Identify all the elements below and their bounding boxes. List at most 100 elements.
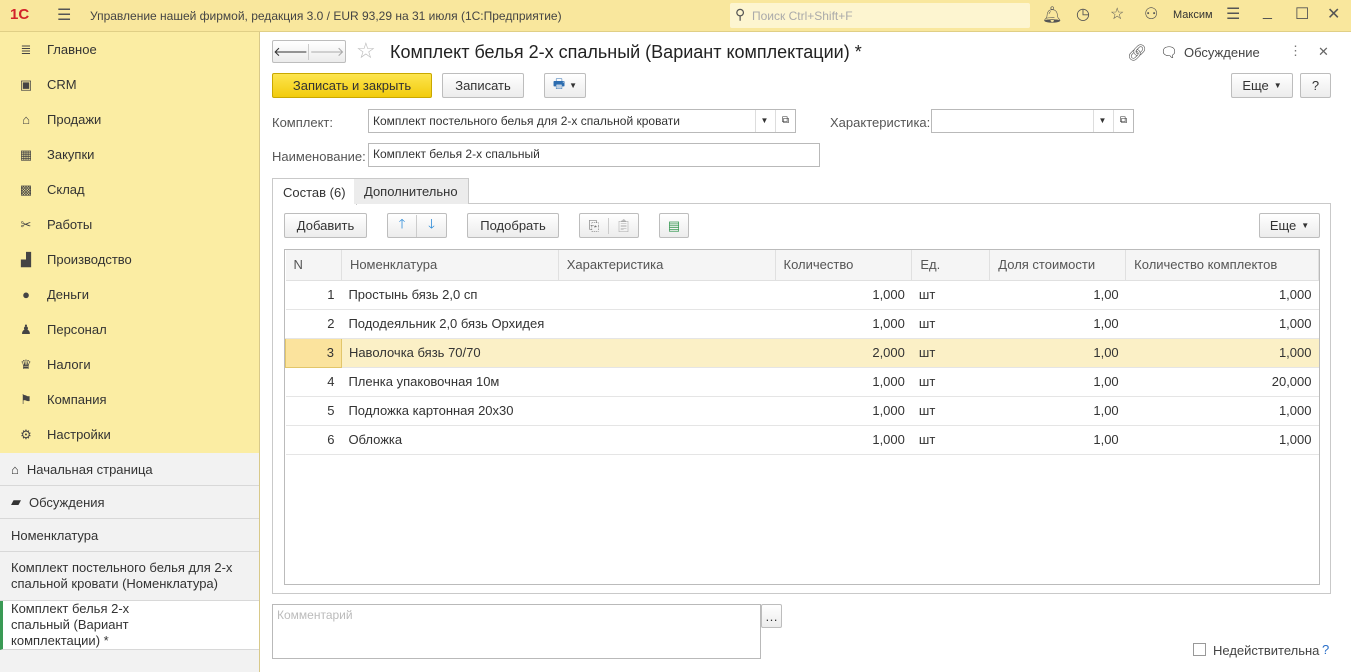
forward-arrow-icon[interactable]: 🡒 — [309, 44, 345, 60]
move-up-icon[interactable]: 🡑 — [388, 214, 418, 237]
search-input[interactable]: ⚲ Поиск Ctrl+Shift+F — [730, 3, 1030, 28]
open-item-home[interactable]: ⌂ Начальная страница — [0, 453, 259, 486]
save-and-close-button[interactable]: Записать и закрыть — [272, 73, 432, 98]
table-cell[interactable]: Обложка — [341, 425, 559, 455]
table-cell[interactable]: 2 — [285, 309, 342, 339]
sidebar-item-7[interactable]: ● Деньги — [0, 277, 259, 312]
users-icon[interactable]: ⚇ — [1144, 4, 1158, 24]
tab-composition[interactable]: Состав (6) — [272, 178, 357, 205]
help-icon[interactable]: ? — [1322, 642, 1329, 657]
maximize-icon[interactable]: ☐ — [1295, 4, 1309, 24]
table-cell[interactable]: шт — [911, 367, 990, 397]
main-menu-icon[interactable]: ☰ — [57, 5, 71, 25]
comment-expand-button[interactable]: … — [761, 604, 782, 628]
close-form-icon[interactable]: ✕ — [1318, 44, 1329, 60]
sidebar-item-8[interactable]: ♟ Персонал — [0, 312, 259, 347]
table-cell[interactable]: 1,00 — [989, 367, 1126, 397]
table-cell[interactable]: 1,00 — [989, 338, 1126, 368]
komplekt-field[interactable]: Комплект постельного белья для 2-х спаль… — [368, 109, 796, 133]
table-cell[interactable]: 1,000 — [1125, 425, 1319, 455]
back-arrow-icon[interactable]: 🡐 — [273, 43, 310, 60]
paste-icon[interactable]: 📋︎ — [609, 218, 638, 234]
table-cell[interactable]: 3 — [285, 337, 342, 368]
fill-icon[interactable]: ▤ — [659, 213, 689, 238]
print-button[interactable]: 🖶 ▼ — [544, 73, 586, 98]
open-icon[interactable]: ⧉ — [1113, 110, 1133, 132]
table-cell[interactable]: шт — [911, 425, 990, 455]
column-header[interactable]: Количество — [775, 250, 913, 281]
discussion-link[interactable]: Обсуждение — [1184, 45, 1260, 60]
more-button[interactable]: Еще ▼ — [1231, 73, 1293, 98]
pick-button[interactable]: Подобрать — [467, 213, 559, 238]
table-cell[interactable] — [558, 280, 775, 310]
favorite-star-icon[interactable]: ☆ — [356, 38, 376, 64]
table-cell[interactable] — [558, 425, 775, 455]
table-cell[interactable]: 1,000 — [775, 425, 912, 455]
table-cell[interactable]: 6 — [285, 425, 342, 455]
table-cell[interactable]: Подложка картонная 20х30 — [341, 396, 559, 426]
table-cell[interactable]: 1,000 — [775, 367, 912, 397]
column-header[interactable]: N — [285, 250, 342, 281]
sidebar-item-4[interactable]: ▩ Склад — [0, 172, 259, 207]
table-cell[interactable]: 1,00 — [989, 280, 1126, 310]
table-cell[interactable]: 4 — [285, 367, 342, 397]
table-cell[interactable]: 20,000 — [1125, 367, 1319, 397]
table-cell[interactable]: 1,000 — [1125, 338, 1319, 368]
sidebar-item-0[interactable]: ≣ Главное — [0, 32, 259, 67]
sidebar-item-9[interactable]: ♛ Налоги — [0, 347, 259, 382]
table-cell[interactable]: Пленка упаковочная 10м — [341, 367, 559, 397]
discussion-icon[interactable]: 🗨︎ — [1160, 44, 1178, 61]
table-cell[interactable]: шт — [911, 309, 990, 339]
open-item-current[interactable]: Комплект белья 2-х спальный (Вариант ком… — [0, 601, 259, 650]
name-field[interactable]: Комплект белья 2-х спальный — [368, 143, 820, 167]
comment-field[interactable]: Комментарий — [272, 604, 761, 659]
close-window-icon[interactable]: ✕ — [1327, 4, 1340, 24]
table-cell[interactable]: 1,000 — [775, 280, 912, 310]
dropdown-icon[interactable]: ▼ — [1093, 110, 1111, 132]
table-row[interactable]: 6 Обложка 1,000 шт 1,00 1,000 — [285, 425, 1319, 455]
table-cell[interactable]: 1,00 — [989, 396, 1126, 426]
open-item-discussions[interactable]: ▰ Обсуждения — [0, 486, 259, 519]
sidebar-item-1[interactable]: ▣ CRM — [0, 67, 259, 102]
copy-icon[interactable]: ⎘ — [580, 217, 610, 234]
column-header[interactable]: Номенклатура — [341, 250, 559, 281]
column-header[interactable]: Доля стоимости — [989, 250, 1127, 281]
table-cell[interactable]: 1,000 — [1125, 396, 1319, 426]
bell-icon[interactable]: 🔔︎ — [1042, 5, 1062, 25]
table-row[interactable]: 2 Пододеяльник 2,0 бязь Орхидея 1,000 шт 1,0… — [285, 309, 1319, 339]
table-cell[interactable]: 1,000 — [1125, 309, 1319, 339]
sidebar-item-2[interactable]: ⌂ Продажи — [0, 102, 259, 137]
table-cell[interactable] — [558, 367, 775, 397]
table-cell[interactable]: 1,00 — [989, 425, 1126, 455]
help-button[interactable]: ? — [1300, 73, 1331, 98]
open-icon[interactable]: ⧉ — [775, 110, 795, 132]
star-icon[interactable]: ☆ — [1110, 4, 1124, 24]
table-cell[interactable]: 1,000 — [775, 309, 912, 339]
sidebar-item-5[interactable]: ✂ Работы — [0, 207, 259, 242]
open-item-nomenclature[interactable]: Номенклатура — [0, 519, 259, 552]
table-row[interactable]: 1 Простынь бязь 2,0 сп 1,000 шт 1,00 1,000 — [285, 280, 1319, 310]
tab-additional[interactable]: Дополнительно — [354, 178, 469, 204]
more-actions-icon[interactable]: ⋮ — [1289, 43, 1302, 59]
table-cell[interactable]: Наволочка бязь 70/70 — [341, 338, 559, 368]
characteristic-field[interactable]: ▼ ⧉ — [931, 109, 1134, 133]
table-cell[interactable] — [558, 338, 775, 368]
table-cell[interactable]: 1,000 — [1125, 280, 1319, 310]
user-name[interactable]: Максим — [1173, 9, 1213, 21]
column-header[interactable]: Количество комплектов — [1125, 250, 1319, 281]
table-row[interactable]: 5 Подложка картонная 20х30 1,000 шт 1,00 1,00… — [285, 396, 1319, 426]
add-button[interactable]: Добавить — [284, 213, 367, 238]
save-button[interactable]: Записать — [442, 73, 524, 98]
minimize-icon[interactable]: _ — [1263, 3, 1272, 21]
history-icon[interactable]: ◷ — [1076, 4, 1090, 24]
link-icon[interactable]: 🔗︎ — [1127, 43, 1147, 63]
table-cell[interactable]: Пододеяльник 2,0 бязь Орхидея — [341, 309, 559, 339]
table-cell[interactable]: шт — [911, 280, 990, 310]
sidebar-item-6[interactable]: ▟ Производство — [0, 242, 259, 277]
table-cell[interactable]: 2,000 — [775, 338, 912, 368]
sidebar-item-11[interactable]: ⚙ Настройки — [0, 417, 259, 452]
table-cell[interactable]: 1,000 — [775, 396, 912, 426]
table-cell[interactable]: 1,00 — [989, 309, 1126, 339]
table-row[interactable]: 4 Пленка упаковочная 10м 1,000 шт 1,00 20,000 — [285, 367, 1319, 397]
sidebar-item-10[interactable]: ⚑ Компания — [0, 382, 259, 417]
